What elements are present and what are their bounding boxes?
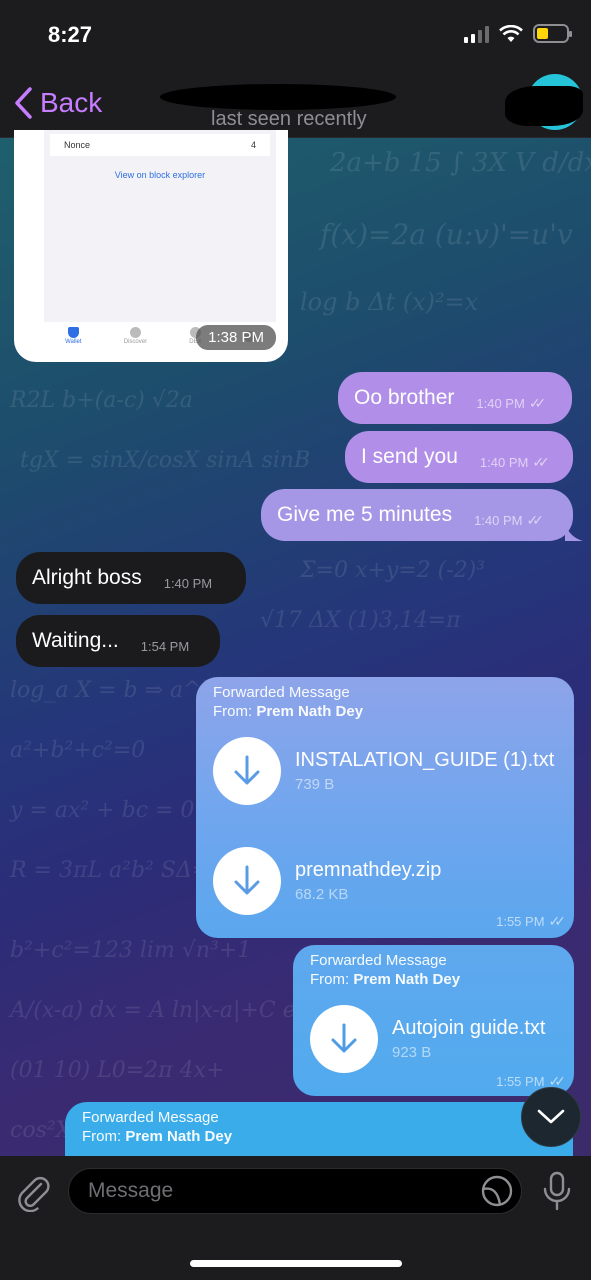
bubble-tail xyxy=(565,523,583,541)
message-text: I send you xyxy=(361,445,458,468)
forwarded-file-message[interactable]: Forwarded Message From: Prem Nath Dey xyxy=(65,1102,573,1156)
message-time: 1:38 PM xyxy=(196,325,276,350)
sticker-icon[interactable] xyxy=(480,1174,514,1208)
message-meta: 1:40 PM ✓✓ xyxy=(474,511,545,528)
download-arrow-icon xyxy=(331,1023,357,1053)
double-check-icon: ✓✓ xyxy=(526,511,545,528)
file-name: Autojoin guide.txt xyxy=(392,1017,546,1039)
download-button[interactable] xyxy=(310,1005,378,1073)
message-text: Waiting... xyxy=(32,629,119,652)
forwarded-title: Forwarded Message xyxy=(82,1109,219,1126)
scroll-to-bottom-button[interactable] xyxy=(521,1087,581,1147)
message-meta: 1:40 PM ✓✓ xyxy=(479,453,550,470)
status-time: 8:27 xyxy=(48,22,93,47)
message-bubble-outgoing[interactable]: I send you 1:40 PM ✓✓ xyxy=(345,431,573,483)
forwarded-file-message[interactable]: Forwarded Message From: Prem Nath Dey IN… xyxy=(196,677,574,938)
download-arrow-icon xyxy=(234,755,260,785)
avatar[interactable] xyxy=(505,72,587,134)
file-size: 68.2 KB xyxy=(295,886,349,903)
message-text: Alright boss xyxy=(32,566,142,589)
block-explorer-link: View on block explorer xyxy=(114,170,206,180)
download-button[interactable] xyxy=(213,847,281,915)
screenshot-tab-wallet: Wallet xyxy=(65,327,82,345)
message-bubble-incoming[interactable]: Waiting... 1:54 PM xyxy=(16,615,220,667)
status-icons xyxy=(464,24,572,43)
message-text: Give me 5 minutes xyxy=(277,503,453,526)
nonce-row: Nonce 4 xyxy=(50,134,270,156)
double-check-icon: ✓✓ xyxy=(528,394,547,411)
double-check-icon: ✓✓ xyxy=(532,453,550,470)
download-button[interactable] xyxy=(213,737,281,805)
cellular-signal-icon xyxy=(464,25,489,43)
message-meta: 1:55 PM ✓✓ xyxy=(496,913,567,929)
file-attachment[interactable]: premnathdey.zip 68.2 KB xyxy=(213,847,441,915)
microphone-icon[interactable] xyxy=(540,1170,574,1212)
image-message[interactable]: Nonce 4 View on block explorer Wallet Di… xyxy=(14,130,288,362)
home-indicator[interactable] xyxy=(190,1260,402,1267)
file-size: 739 B xyxy=(295,776,335,793)
nonce-value: 4 xyxy=(250,140,256,150)
forwarded-sender[interactable]: Prem Nath Dey xyxy=(353,971,460,988)
file-attachment[interactable]: INSTALATION_GUIDE (1).txt 739 B xyxy=(213,737,554,805)
file-name: premnathdey.zip xyxy=(295,859,442,881)
forwarded-sender[interactable]: Prem Nath Dey xyxy=(256,703,363,720)
file-attachment[interactable]: Autojoin guide.txt 923 B xyxy=(310,1005,545,1073)
wallet-icon xyxy=(67,327,79,338)
download-arrow-icon xyxy=(234,865,260,895)
file-name: INSTALATION_GUIDE (1).txt xyxy=(295,749,555,771)
nonce-label: Nonce xyxy=(64,140,91,150)
message-meta: 1:40 PM xyxy=(163,575,213,591)
forwarded-from: From: Prem Nath Dey xyxy=(213,703,364,720)
back-chevron-icon xyxy=(15,87,32,119)
message-meta: 1:54 PM xyxy=(140,638,190,654)
message-bubble-incoming[interactable]: Alright boss 1:40 PM xyxy=(16,552,246,604)
chevron-down-icon xyxy=(537,1109,565,1124)
wifi-icon xyxy=(499,24,523,42)
screenshot-image: Nonce 4 View on block explorer Wallet Di… xyxy=(44,130,276,350)
forwarded-title: Forwarded Message xyxy=(213,684,350,701)
forwarded-file-message[interactable]: Forwarded Message From: Prem Nath Dey Au… xyxy=(293,945,574,1096)
forwarded-from: From: Prem Nath Dey xyxy=(310,971,461,988)
contact-name-redacted[interactable] xyxy=(160,84,396,110)
battery-icon xyxy=(533,24,572,43)
file-size: 923 B xyxy=(392,1044,432,1061)
message-meta: 1:40 PM ✓✓ xyxy=(476,394,547,411)
double-check-icon: ✓✓ xyxy=(548,913,567,929)
back-button[interactable]: Back xyxy=(12,86,102,120)
back-label: Back xyxy=(40,87,103,118)
message-placeholder: Message xyxy=(88,1179,174,1202)
forwarded-sender[interactable]: Prem Nath Dey xyxy=(125,1128,232,1145)
compass-icon xyxy=(129,327,141,338)
forwarded-title: Forwarded Message xyxy=(310,952,447,969)
screenshot-tab-discover: Discover xyxy=(124,327,147,345)
attach-paperclip-icon[interactable] xyxy=(14,1172,54,1212)
chat-header: 8:27 Back last seen recently xyxy=(0,0,591,138)
message-bubble-outgoing[interactable]: Oo brother 1:40 PM ✓✓ xyxy=(338,372,572,424)
last-seen-status: last seen recently xyxy=(211,108,367,130)
forwarded-from: From: Prem Nath Dey xyxy=(82,1128,233,1145)
message-input[interactable]: Message xyxy=(68,1168,522,1214)
message-bubble-outgoing[interactable]: Give me 5 minutes 1:40 PM ✓✓ xyxy=(261,489,583,541)
message-text: Oo brother xyxy=(354,386,455,409)
